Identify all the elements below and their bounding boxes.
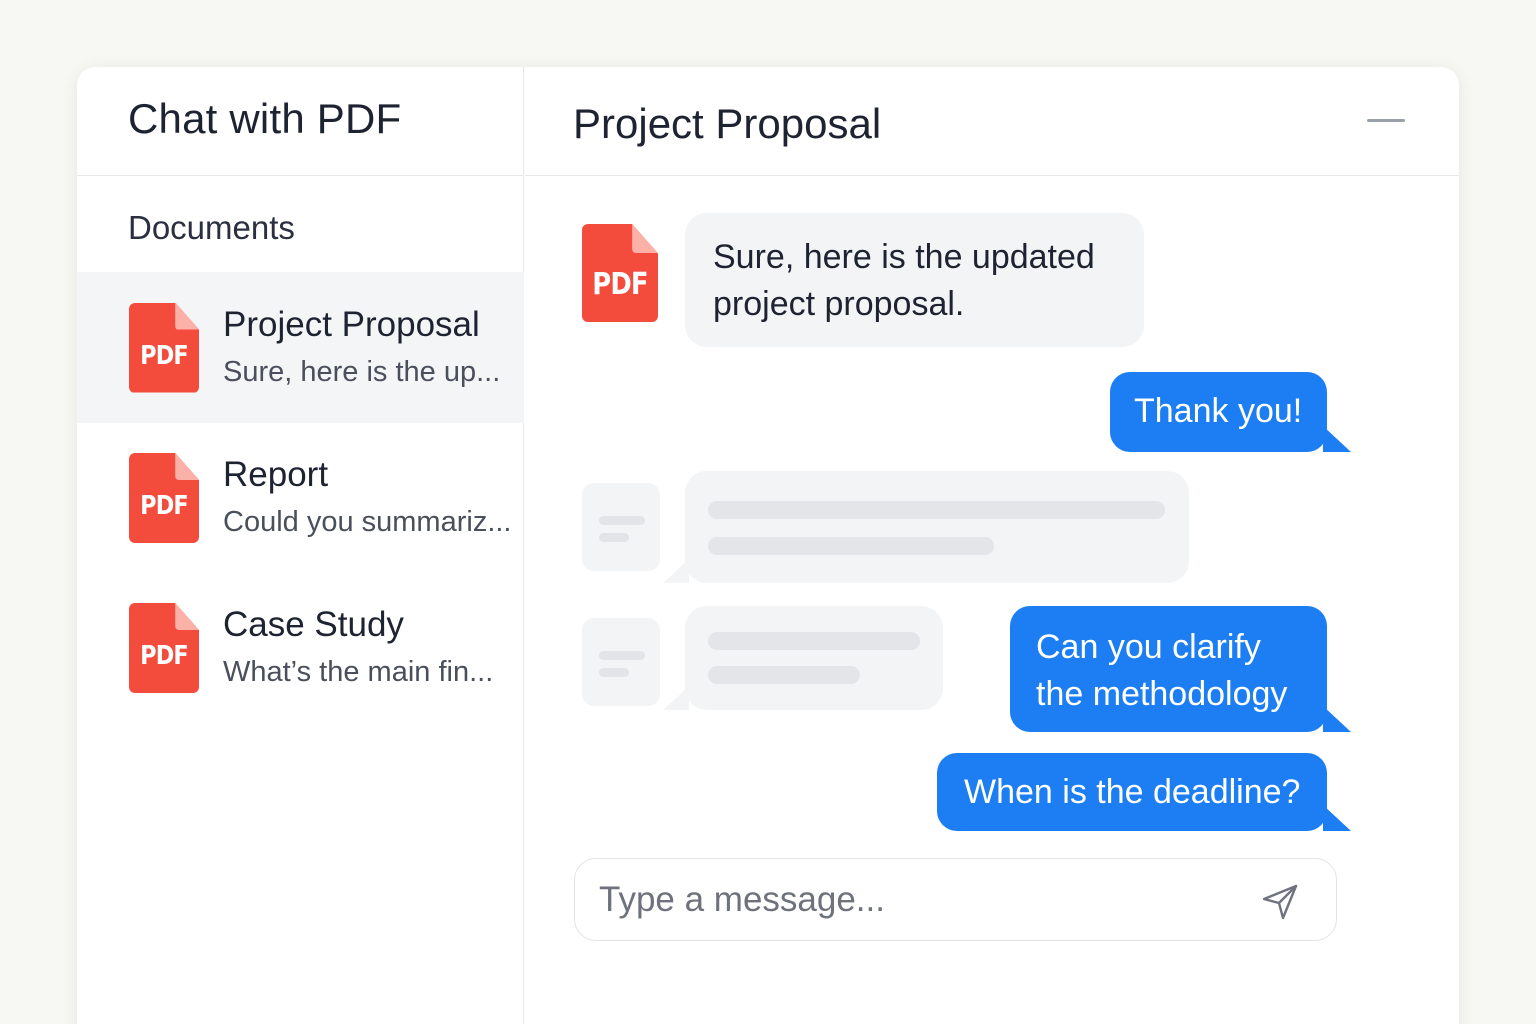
pdf-icon: PDF [129,603,199,693]
pdf-icon-label: PDF [140,491,189,521]
message-text: Thank you! [1134,392,1303,430]
pdf-icon-label: PDF [592,267,648,302]
sidebar-header: Chat with PDF [77,67,523,176]
message-text-line: the methodology [1036,675,1288,713]
message-text: When is the deadline? [964,773,1301,811]
app-title: Chat with PDF [128,95,402,142]
pdf-icon-label: PDF [140,340,189,371]
message-placeholder [685,471,1189,583]
chat-panel: Project Proposal PDF Sure, here is the u… [525,67,1459,1024]
placeholder-avatar [582,483,660,571]
pdf-icon-label: PDF [140,641,189,671]
chat-title: Project Proposal [573,100,882,147]
message-text-line: project proposal. [713,285,965,323]
skeleton-line [708,537,994,555]
message-composer [574,858,1337,941]
document-name: Case Study [223,605,404,644]
send-icon[interactable] [1260,882,1300,922]
document-name: Project Proposal [223,304,480,344]
message-outgoing: Thank you! [1110,372,1327,452]
message-incoming: Sure, here is the updated project propos… [685,213,1144,347]
pdf-icon: PDF [129,302,199,393]
document-name: Report [223,455,329,494]
placeholder-avatar [582,618,660,706]
document-item-case-study[interactable]: PDF Case Study What’s the main fin... [77,573,524,723]
document-list: PDF Project Proposal Sure, here is the u… [77,272,524,723]
message-placeholder [685,606,943,710]
message-outgoing: Can you clarify the methodology [1010,606,1327,732]
pdf-icon: PDF [129,453,199,543]
documents-section-label: Documents [128,209,295,246]
document-preview: What’s the main fin... [223,656,494,688]
message-outgoing: When is the deadline? [937,753,1327,831]
document-preview: Sure, here is the up... [223,355,501,388]
skeleton-line [708,666,860,684]
skeleton-line [708,501,1165,519]
sidebar: Chat with PDF Documents PDF Project Prop… [77,67,524,1024]
document-item-project-proposal[interactable]: PDF Project Proposal Sure, here is the u… [77,272,524,423]
skeleton-line [708,632,920,650]
message-text-line: Can you clarify [1036,628,1261,666]
message-input[interactable] [599,871,1249,929]
chat-header: Project Proposal [525,67,1459,176]
document-preview: Could you summariz... [223,506,512,538]
message-text-line: Sure, here is the updated [713,238,1095,276]
document-item-report[interactable]: PDF Report Could you summariz... [77,423,524,573]
app-window: Chat with PDF Documents PDF Project Prop… [77,67,1459,1024]
pdf-attachment-icon[interactable]: PDF [582,224,658,322]
minimize-icon[interactable] [1367,119,1405,122]
